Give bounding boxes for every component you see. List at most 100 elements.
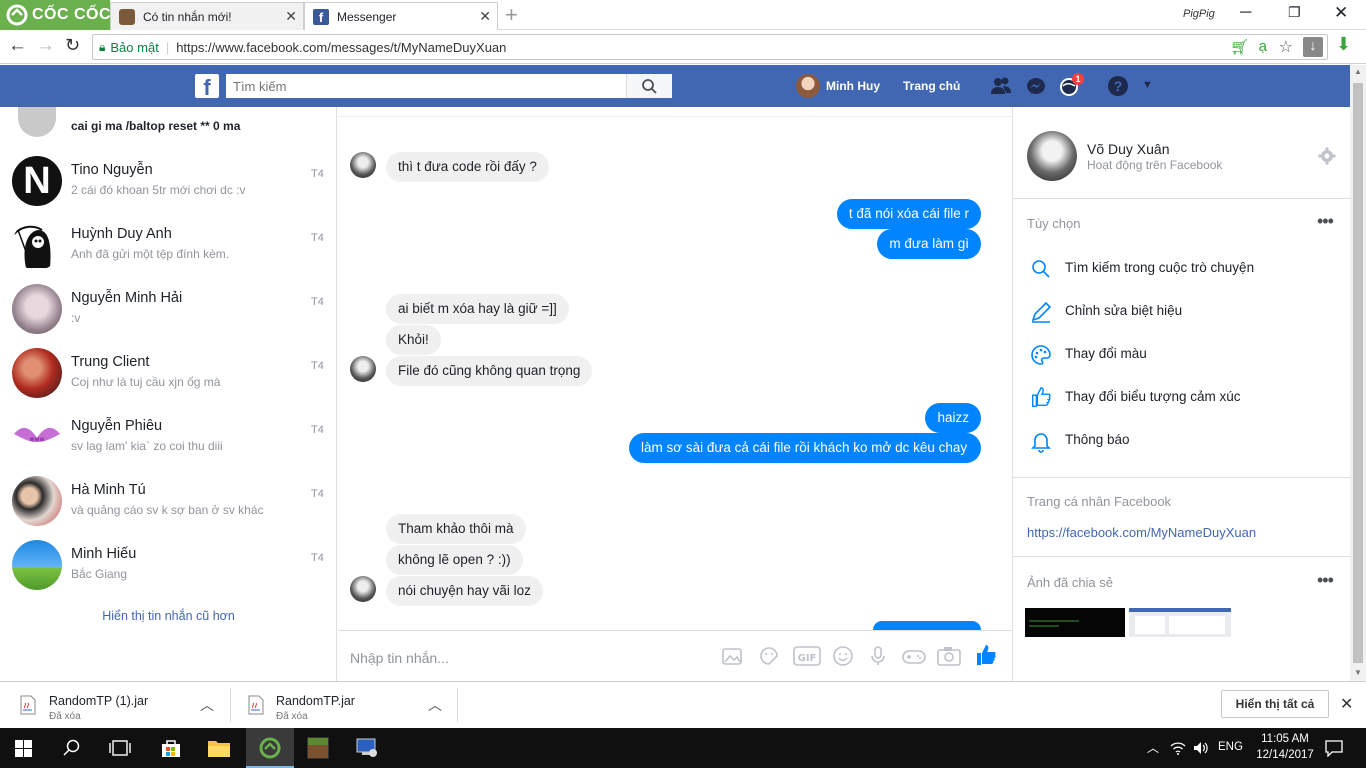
app-icon[interactable] [355, 737, 379, 759]
message-bubble: m đưa làm gì [877, 229, 981, 259]
list-item[interactable]: Trung Client Coj như là tuj cầu xjn ốg m… [0, 341, 337, 405]
clock-time[interactable]: 11:05 AM [1254, 733, 1316, 745]
downloads-icon[interactable]: ⬇ [1336, 34, 1351, 55]
message-time: T4 [311, 552, 324, 564]
close-icon[interactable]: ✕ [285, 8, 297, 25]
options-title: Tùy chọn [1027, 216, 1081, 231]
friend-requests-icon[interactable] [989, 75, 1013, 97]
microphone-icon[interactable] [867, 645, 889, 667]
coccoc-taskbar-button[interactable] [246, 728, 294, 768]
windows-start-icon[interactable] [15, 740, 32, 757]
scroll-down-icon[interactable]: ▼ [1354, 668, 1362, 677]
account-menu-chevron-down-icon[interactable]: ▼ [1142, 79, 1153, 91]
secure-label: Bảo mật [110, 39, 159, 55]
list-item[interactable]: www Nguyễn Phiêu sv lag lam' kia` zo coi… [0, 405, 337, 469]
show-all-downloads-button[interactable]: Hiển thị tất cả [1221, 690, 1329, 718]
translate-icon[interactable]: ạ [1259, 38, 1267, 55]
shared-photo-thumbnail[interactable] [1129, 608, 1231, 637]
store-icon[interactable] [160, 737, 182, 759]
list-item[interactable]: Nguyễn Minh Hải :v T4 [0, 277, 337, 341]
message-time: T4 [311, 168, 324, 180]
new-tab-button[interactable]: + [505, 2, 518, 28]
action-center-icon[interactable] [1325, 740, 1343, 757]
download-page-icon[interactable]: ↓ [1303, 37, 1323, 57]
address-toolbar: ← → ↻ 🔒︎ Bảo mật | https://www.facebook.… [0, 30, 1366, 64]
minecraft-icon[interactable] [307, 737, 329, 759]
bookmark-star-icon[interactable]: ☆ [1279, 37, 1293, 57]
close-icon[interactable]: ✕ [1340, 694, 1353, 714]
volume-icon[interactable] [1193, 741, 1209, 755]
chevron-up-icon[interactable]: ︿ [428, 695, 442, 715]
help-icon[interactable]: ? [1108, 76, 1128, 96]
cart-icon[interactable]: 🛒︎ [1230, 38, 1249, 56]
coccoc-icon [259, 737, 281, 759]
camera-icon[interactable] [936, 645, 962, 667]
list-item[interactable]: Minh Hiếu Bắc Giang T4 [0, 533, 337, 597]
option-change-color[interactable]: Thay đổi màu [1065, 346, 1147, 361]
download-item[interactable]: RandomTP (1).jar Đã xóa ︿ [8, 686, 228, 724]
profile-link[interactable]: https://facebook.com/MyNameDuyXuan [1027, 525, 1256, 540]
option-notifications[interactable]: Thông báo [1065, 432, 1130, 447]
gif-icon[interactable]: GIF [793, 645, 821, 667]
tab-new-message[interactable]: Có tin nhắn mới! ✕ [110, 2, 304, 30]
message-input[interactable]: Nhập tin nhắn... [350, 650, 449, 666]
task-view-icon[interactable] [109, 740, 131, 756]
address-bar[interactable]: 🔒︎ Bảo mật | https://www.facebook.com/me… [92, 34, 1328, 60]
file-explorer-icon[interactable] [207, 738, 231, 758]
coccoc-logo-icon [6, 4, 28, 26]
option-search-conversation[interactable]: Tìm kiếm trong cuộc trò chuyện [1065, 260, 1254, 275]
profile-name[interactable]: Võ Duy Xuân [1087, 141, 1170, 157]
like-thumb-icon[interactable] [974, 642, 998, 668]
coccoc-logo[interactable]: CỐC CỐC [6, 4, 111, 26]
java-file-icon [248, 695, 264, 715]
avatar[interactable] [1027, 131, 1077, 181]
show-hidden-icons-chevron-icon[interactable]: ︿ [1147, 739, 1159, 756]
list-item[interactable]: Huỳnh Duy Anh Anh đã gửi một tệp đính kè… [0, 213, 337, 277]
gear-icon[interactable] [1318, 147, 1336, 165]
wifi-icon[interactable] [1170, 741, 1186, 755]
svg-text:GIF: GIF [798, 653, 817, 664]
show-older-messages-link[interactable]: Hiển thị tin nhắn cũ hơn [0, 609, 337, 623]
sticker-icon[interactable] [758, 645, 780, 667]
url-text[interactable]: https://www.facebook.com/messages/t/MyNa… [176, 40, 506, 55]
scroll-up-icon[interactable]: ▲ [1354, 67, 1362, 76]
reload-icon[interactable]: ↻ [65, 35, 80, 56]
page-scrollbar[interactable]: ▲ ▼ [1350, 65, 1366, 681]
shared-photos-more-icon[interactable]: ••• [1317, 570, 1334, 591]
facebook-logo-icon[interactable]: f [195, 74, 219, 98]
conversation-preview[interactable]: cai gi ma /baltop reset ** 0 ma [71, 119, 240, 133]
search-button[interactable] [626, 74, 672, 98]
tab-messenger[interactable]: f Messenger ✕ [304, 2, 498, 30]
search-input[interactable] [226, 74, 626, 98]
home-link[interactable]: Trang chủ [903, 79, 960, 93]
pencil-icon [1031, 301, 1052, 323]
minimize-button[interactable]: ─ [1240, 4, 1251, 22]
message-bubble: t đã nói xóa cái file r [836, 199, 981, 229]
clock-date[interactable]: 12/14/2017 [1254, 749, 1316, 761]
back-icon[interactable]: ← [8, 35, 27, 57]
avatar [12, 348, 62, 398]
shared-photo-thumbnail[interactable] [1025, 608, 1125, 637]
forward-icon[interactable]: → [36, 35, 55, 57]
profile-link[interactable]: Minh Huy [796, 74, 880, 98]
close-icon[interactable]: ✕ [479, 8, 491, 25]
list-item[interactable]: Hà Minh Tú và quảng cáo sv k sợ ban ở sv… [0, 469, 337, 533]
list-item[interactable]: N Tino Nguyễn 2 cái đó khoan 5tr mới chơ… [0, 149, 337, 213]
options-more-icon[interactable]: ••• [1317, 211, 1334, 232]
messenger-icon[interactable] [1025, 76, 1047, 98]
message-bubble: ai biết m xóa hay là giữ =]] [386, 294, 569, 324]
chevron-up-icon[interactable]: ︿ [200, 695, 214, 715]
search-icon[interactable] [63, 739, 81, 757]
message-bubble: nói chuyện hay vãi loz [386, 576, 543, 606]
maximize-button[interactable]: ❐ [1288, 4, 1301, 21]
download-item[interactable]: RandomTP.jar Đã xóa ︿ [236, 686, 456, 724]
emoji-icon[interactable] [832, 645, 854, 667]
message-bubble: haizz [925, 403, 981, 433]
option-change-emoji[interactable]: Thay đổi biểu tượng cảm xúc [1065, 389, 1240, 404]
scroll-thumb[interactable] [1353, 83, 1363, 663]
photo-icon[interactable] [721, 645, 745, 667]
close-window-button[interactable]: ✕ [1334, 3, 1348, 23]
game-controller-icon[interactable] [901, 645, 927, 667]
input-language[interactable]: ENG [1218, 741, 1243, 753]
option-edit-nickname[interactable]: Chỉnh sửa biệt hiệu [1065, 303, 1182, 318]
